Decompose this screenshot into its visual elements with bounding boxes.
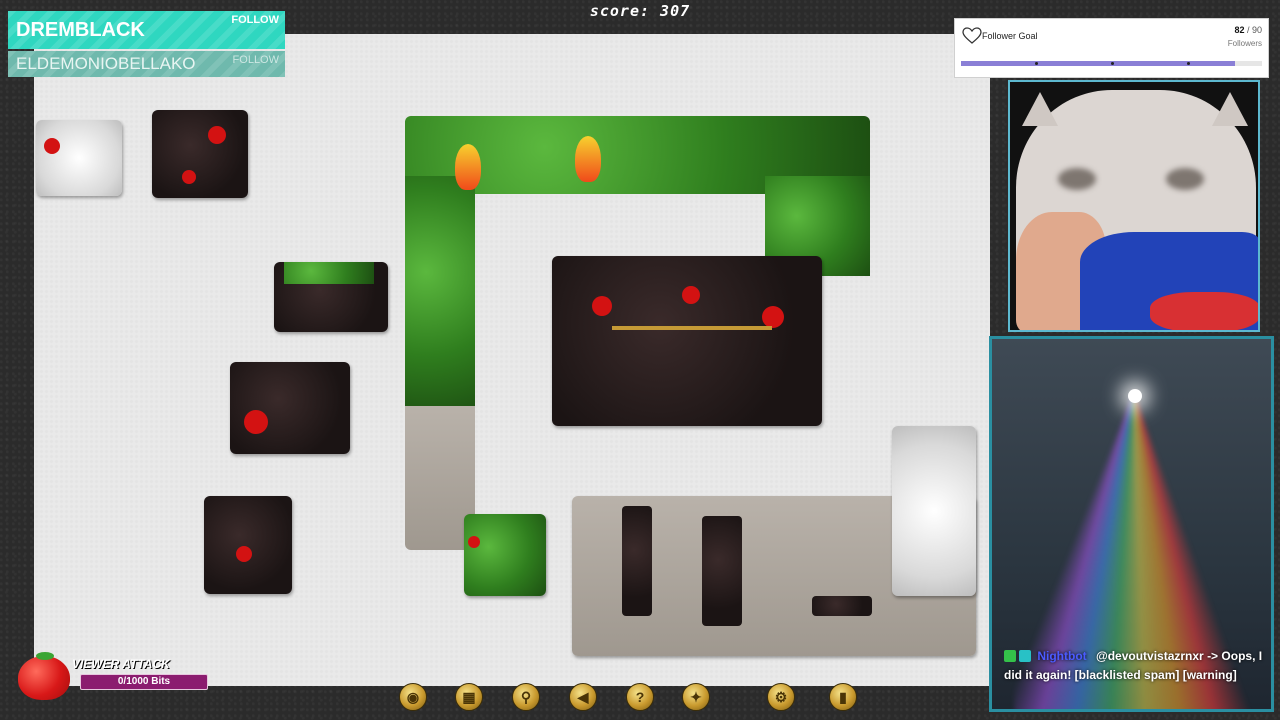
viewer-attack-title: VIEWER ATTACK (72, 657, 170, 671)
chat-message: Nightbot @devoutvistazrnxr -> Oops, I di… (1004, 647, 1271, 685)
bot-badge-icon (1019, 650, 1031, 662)
goal-count: 82 / 90 (1234, 25, 1262, 35)
follow-banner-secondary: ELDEMONIOBELLAKO FOLLOW (8, 51, 285, 77)
follow-button[interactable]: FOLLOW (231, 14, 279, 26)
loose-piece-2[interactable] (152, 110, 248, 198)
exit-icon[interactable]: ▮ (829, 683, 857, 711)
arrow-left-icon[interactable]: ◀ (569, 683, 597, 711)
loose-piece-5[interactable] (204, 496, 292, 594)
puzzle-horse-cluster[interactable] (552, 256, 822, 426)
follow-username: DREMBLACK (16, 18, 145, 41)
follow-banner-primary: DREMBLACK FOLLOW (8, 11, 285, 49)
loose-piece-1[interactable] (36, 120, 122, 196)
goal-target: / 90 (1246, 25, 1262, 35)
puzzle-carriage-piece[interactable] (892, 426, 976, 596)
goal-tick (1035, 62, 1038, 65)
magic-wand-icon[interactable]: ✦ (682, 683, 710, 711)
puzzle-left-tree-column (405, 176, 475, 416)
snack-bag-logo (1150, 292, 1258, 330)
chat-overlay: Nightbot @devoutvistazrnxr -> Oops, I di… (989, 336, 1274, 712)
search-icon[interactable]: ⚲ (512, 683, 540, 711)
goal-progress-fill (961, 61, 1236, 66)
tomato-leaf-icon (36, 652, 54, 660)
follower-goal-widget: Follower Goal 82 / 90 Followers (954, 18, 1269, 78)
heart-icon (962, 27, 982, 44)
moderator-badge-icon (1004, 650, 1016, 662)
feather-left (455, 144, 481, 190)
goal-tick (1111, 62, 1114, 65)
eye-icon[interactable]: ◉ (399, 683, 427, 711)
loose-piece-3[interactable] (274, 262, 388, 332)
light-source (1128, 389, 1142, 403)
goal-current: 82 (1234, 25, 1245, 35)
webcam-overlay (1008, 80, 1260, 332)
game-toolbar: ◉ ▦ ⚲ ◀ ? ✦ ⚙ ▮ (0, 683, 1280, 713)
help-icon[interactable]: ? (626, 683, 654, 711)
chat-username: Nightbot (1037, 649, 1087, 663)
goal-tick (1187, 62, 1190, 65)
puzzle-board[interactable] (34, 34, 990, 686)
image-icon[interactable]: ▦ (455, 683, 483, 711)
goal-progress-bar (961, 61, 1262, 66)
goal-unit: Followers (1227, 39, 1262, 48)
follow-username: ELDEMONIOBELLAKO (16, 54, 196, 73)
goal-title: Follower Goal (982, 31, 1038, 41)
loose-piece-4[interactable] (230, 362, 350, 454)
feather-middle (575, 136, 601, 182)
follow-button[interactable]: FOLLOW (233, 54, 279, 66)
settings-icon[interactable]: ⚙ (767, 683, 795, 711)
loose-piece-6[interactable] (464, 514, 546, 596)
